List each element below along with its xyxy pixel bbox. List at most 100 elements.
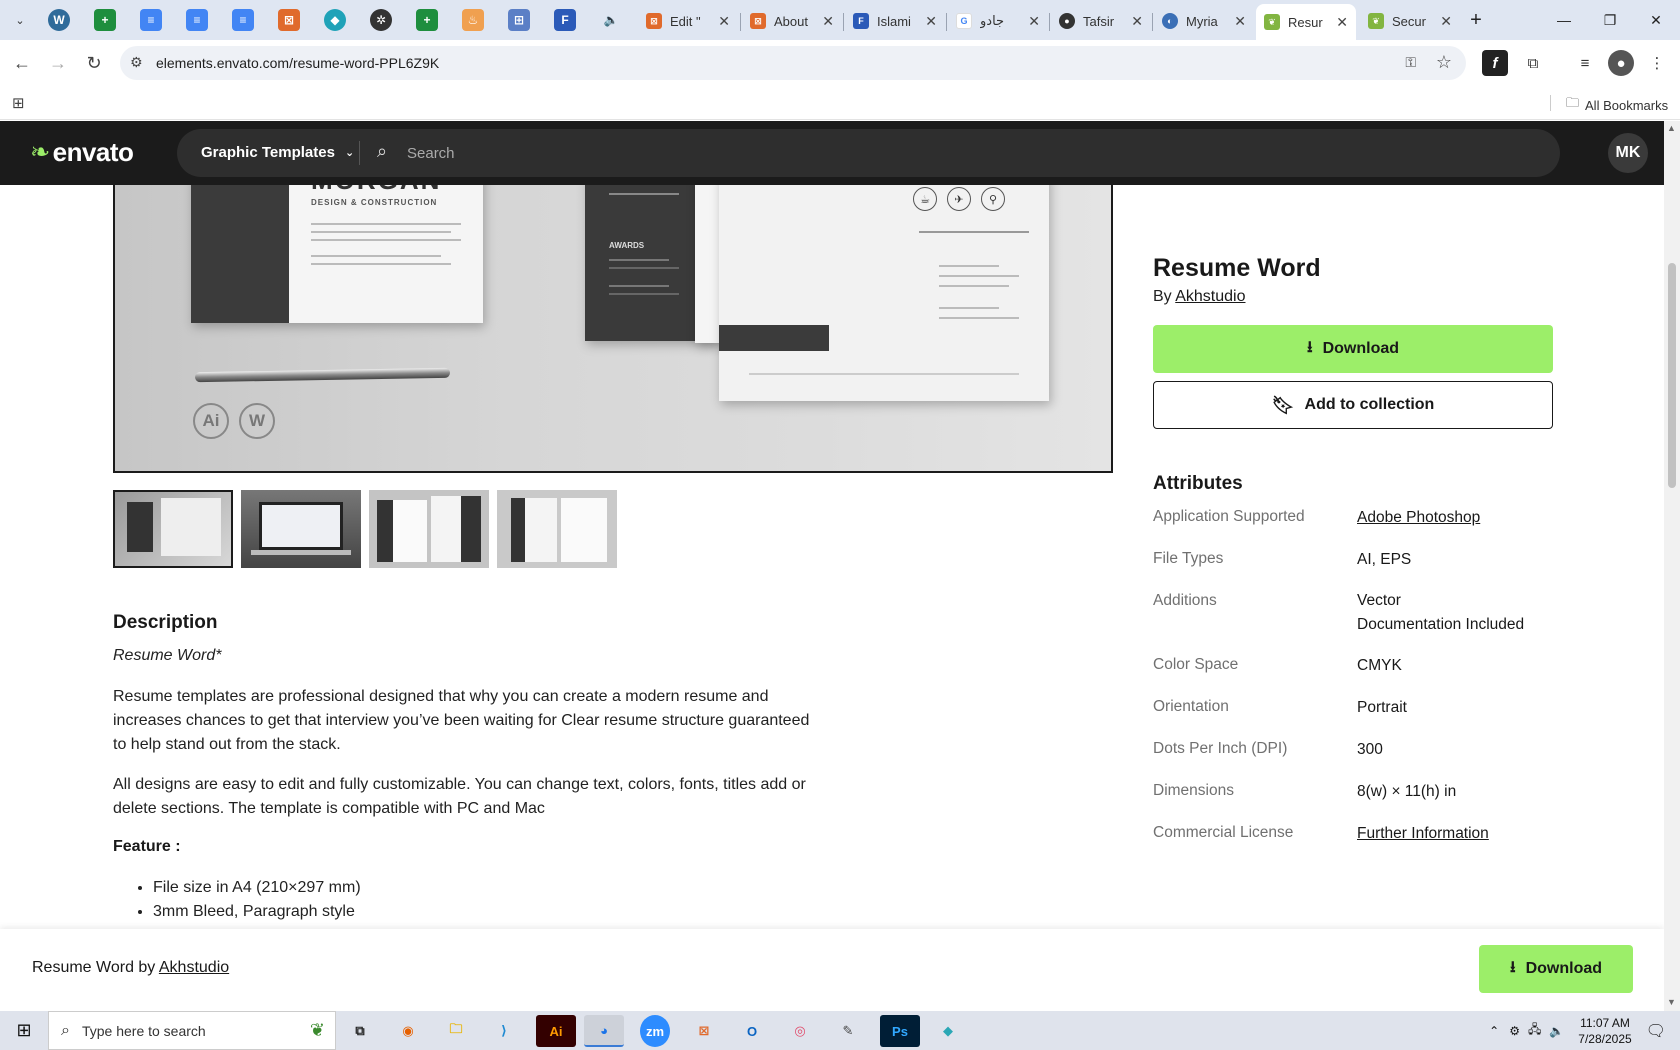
task-view-icon[interactable]: ⧉ [340,1015,380,1047]
url-text[interactable]: elements.envato.com/resume-word-PPL6Z9K [156,55,439,71]
search-input[interactable] [407,141,1507,165]
restore-button[interactable]: ❐ [1587,6,1633,34]
extensions-puzzle-icon[interactable]: ⧉ [1520,50,1546,76]
bookmark-star-icon[interactable]: ☆ [1436,52,1452,73]
thumbnail-2[interactable] [241,490,361,568]
file-explorer-icon[interactable]: 🗀 [436,1015,476,1047]
feature-item: File size in A4 (210×297 mm) [153,876,361,900]
pinned-tab-docs-icon[interactable]: ≡ [232,9,254,31]
taskbar-search-box[interactable]: ⌕ Type here to search ❦ [48,1011,336,1050]
app-diamond-icon[interactable]: ◆ [928,1015,968,1047]
apps-grid-icon[interactable]: ⊞ [12,94,25,112]
all-bookmarks-button[interactable]: 🗀 All Bookmarks [1566,94,1668,116]
new-tab-button[interactable]: + [1465,6,1487,34]
pinned-tab-openai-icon[interactable]: ✲ [370,9,392,31]
user-avatar[interactable]: MK [1608,133,1648,173]
tab-about[interactable]: ⊠ About ✕ [742,6,842,36]
bookmarks-separator [1550,95,1551,111]
tab-edit[interactable]: ⊠ Edit " ✕ [638,6,738,36]
resume-footer-strip [719,325,829,351]
password-key-icon[interactable]: ⚿ [1405,54,1416,71]
pinned-tab-forms-icon[interactable]: F [554,9,576,31]
tab-search-button[interactable]: ⌄ [8,8,32,32]
profile-avatar[interactable]: ● [1608,50,1634,76]
creative-cloud-icon[interactable]: ◎ [780,1015,820,1047]
search-icon: ⌕ [61,1021,70,1039]
start-windows-icon[interactable]: ⊞ [0,1011,48,1050]
download-button[interactable]: ⭳ Download [1153,325,1553,373]
notification-center-icon[interactable]: 🗨 [1646,1021,1666,1041]
minimize-button[interactable]: — [1541,6,1587,34]
pinned-tab-wordpress-icon[interactable]: W [48,9,70,31]
network-settings-icon[interactable]: ⚙ [1509,1024,1520,1038]
page-scrollbar[interactable]: ▲ ▼ [1664,121,1680,1011]
add-to-collection-button[interactable]: 🔖︎ Add to collection [1153,381,1553,429]
network-icon[interactable]: 🖧 [1528,1020,1541,1041]
back-button[interactable]: ← [8,49,36,77]
tab-security[interactable]: ❦ Secur ✕ [1360,6,1460,36]
envato-logo[interactable]: ❧ envato [30,137,134,168]
pen-tool-icon[interactable]: ✎ [828,1015,868,1047]
thumbnail-1[interactable] [113,490,233,568]
pinned-tab-xampp-icon[interactable]: ⊠ [278,9,300,31]
outlook-icon[interactable]: O [732,1015,772,1047]
attributes-heading: Attributes [1153,473,1243,494]
chrome-menu-icon[interactable]: ⋮ [1644,50,1670,76]
show-hidden-icons-chevron-icon[interactable]: ⌃ [1489,1024,1499,1038]
item-title: Resume Word [1153,254,1321,282]
sticky-download-button[interactable]: ⭳ Download [1479,945,1633,993]
search-icon[interactable]: ⌕ [377,141,387,162]
tab-resume-word[interactable]: ❦ Resur ✕ [1256,4,1356,40]
volume-icon[interactable]: 🔈 [1549,1024,1564,1038]
scroll-up-icon[interactable]: ▲ [1667,123,1676,133]
pinned-tab-docs-icon[interactable]: ≡ [140,9,162,31]
text-line [609,293,679,295]
tab-myria[interactable]: ◐ Myria ✕ [1154,6,1254,36]
tab-google-search[interactable]: G جادو ✕ [948,6,1048,36]
author-link[interactable]: Akhstudio [1175,288,1245,305]
close-tab-icon[interactable]: ✕ [822,13,834,30]
feature-item: 3mm Bleed, Paragraph style [153,900,361,924]
illustrator-icon[interactable]: Ai [536,1015,576,1047]
close-tab-icon[interactable]: ✕ [1028,13,1040,30]
zoom-icon[interactable]: zm [640,1015,670,1047]
vscode-icon[interactable]: ⟩ [484,1015,524,1047]
reload-button[interactable]: ↻ [80,49,108,77]
xampp-icon[interactable]: ⊠ [684,1015,724,1047]
pinned-tab-sheets-icon[interactable]: + [94,9,116,31]
scroll-down-icon[interactable]: ▼ [1667,997,1676,1007]
pinned-tab-sheets-icon[interactable]: + [416,9,438,31]
category-dropdown[interactable]: Graphic Templates ⌄ [201,144,354,161]
reading-list-icon[interactable]: ≡ [1572,50,1598,76]
scrollbar-thumb[interactable] [1668,263,1676,488]
pinned-tab-docs-icon[interactable]: ≡ [186,9,208,31]
close-tab-icon[interactable]: ✕ [1440,13,1452,30]
sticky-author-link[interactable]: Akhstudio [159,959,229,976]
pinned-tab-grid-icon[interactable]: ⊞ [508,9,530,31]
tab-tafsir[interactable]: ● Tafsir ✕ [1051,6,1151,36]
address-bar[interactable]: ⚙ elements.envato.com/resume-word-PPL6Z9… [120,46,1466,80]
close-tab-icon[interactable]: ✕ [925,13,937,30]
taskbar-clock[interactable]: 11:07 AM 7/28/2025 [1578,1015,1631,1047]
site-info-icon[interactable]: ⚙ [130,54,143,71]
thumbnail-4[interactable] [497,490,617,568]
firefox-icon[interactable]: ◉ [388,1015,428,1047]
attr-value-application-link[interactable]: Adobe Photoshop [1357,506,1480,530]
thumbnail-3[interactable] [369,490,489,568]
pinned-tab-app-icon[interactable]: ♨ [462,9,484,31]
chrome-icon[interactable]: ◕ [584,1015,624,1047]
attr-value-license-link[interactable]: Further Information [1357,822,1489,846]
close-tab-icon[interactable]: ✕ [718,13,730,30]
text-line [311,263,451,265]
tab-islami[interactable]: F Islami ✕ [845,6,945,36]
photoshop-icon[interactable]: Ps [880,1015,920,1047]
close-window-button[interactable]: ✕ [1633,6,1679,34]
pinned-tab-app-icon[interactable]: ◆ [324,9,346,31]
close-tab-icon[interactable]: ✕ [1131,13,1143,30]
preview-image[interactable]: MORGAN DESIGN & CONSTRUCTION Ai W AWARDS… [113,185,1113,473]
pinned-tab-audio-icon[interactable]: 🔈 [600,9,622,31]
close-tab-icon[interactable]: ✕ [1336,14,1348,31]
fontanello-extension-icon[interactable]: f [1482,50,1508,76]
close-tab-icon[interactable]: ✕ [1234,13,1246,30]
forward-button[interactable]: → [44,49,72,77]
